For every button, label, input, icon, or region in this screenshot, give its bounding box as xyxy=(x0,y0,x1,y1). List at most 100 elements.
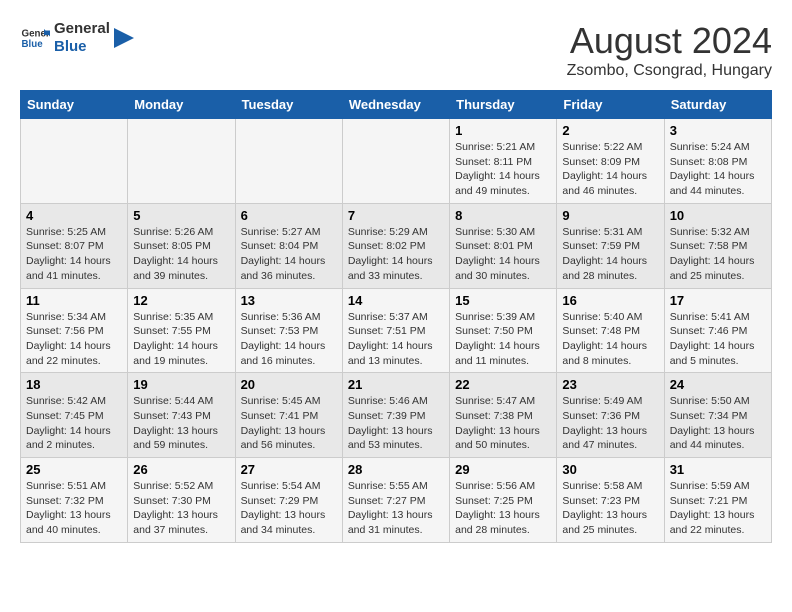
cell-week4-day5: 23 Sunrise: 5:49 AM Sunset: 7:36 PM Dayli… xyxy=(557,373,664,458)
day-info: Sunrise: 5:47 AM Sunset: 7:38 PM Dayligh… xyxy=(455,394,551,453)
header-saturday: Saturday xyxy=(664,91,771,119)
day-number: 22 xyxy=(455,377,551,392)
weekday-header-row: Sunday Monday Tuesday Wednesday Thursday… xyxy=(21,91,772,119)
day-info: Sunrise: 5:50 AM Sunset: 7:34 PM Dayligh… xyxy=(670,394,766,453)
cell-week1-day6: 3 Sunrise: 5:24 AM Sunset: 8:08 PM Daylig… xyxy=(664,119,771,204)
svg-text:Blue: Blue xyxy=(22,39,44,50)
logo-arrow-icon xyxy=(114,28,134,48)
calendar-table: Sunday Monday Tuesday Wednesday Thursday… xyxy=(20,90,772,543)
day-info: Sunrise: 5:35 AM Sunset: 7:55 PM Dayligh… xyxy=(133,310,229,369)
day-number: 18 xyxy=(26,377,122,392)
day-number: 13 xyxy=(241,293,337,308)
cell-week4-day1: 19Sunrise: 5:44 AM Sunset: 7:43 PM Dayli… xyxy=(128,373,235,458)
day-number: 3 xyxy=(670,123,766,138)
day-number: 9 xyxy=(562,208,658,223)
cell-week4-day0: 18 Sunrise: 5:42 AM Sunset: 7:45 PM Dayli… xyxy=(21,373,128,458)
cell-week4-day4: 22 Sunrise: 5:47 AM Sunset: 7:38 PM Dayli… xyxy=(450,373,557,458)
day-info: Sunrise: 5:24 AM Sunset: 8:08 PM Dayligh… xyxy=(670,140,766,199)
day-info: Sunrise: 5:26 AM Sunset: 8:05 PM Dayligh… xyxy=(133,225,229,284)
cell-week5-day1: 26Sunrise: 5:52 AM Sunset: 7:30 PM Dayli… xyxy=(128,458,235,543)
day-info: Sunrise: 5:32 AM Sunset: 7:58 PM Dayligh… xyxy=(670,225,766,284)
day-number: 21 xyxy=(348,377,444,392)
week-row-1: 1 Sunrise: 5:21 AM Sunset: 8:11 PM Daylig… xyxy=(21,119,772,204)
day-info: Sunrise: 5:59 AM Sunset: 7:21 PM Dayligh… xyxy=(670,479,766,538)
day-number: 15 xyxy=(455,293,551,308)
page-header: General Blue General Blue August 2024 Zs… xyxy=(20,20,772,80)
day-number: 27 xyxy=(241,462,337,477)
day-info: Sunrise: 5:21 AM Sunset: 8:11 PM Dayligh… xyxy=(455,140,551,199)
day-info: Sunrise: 5:56 AM Sunset: 7:25 PM Dayligh… xyxy=(455,479,551,538)
day-info: Sunrise: 5:45 AM Sunset: 7:41 PM Dayligh… xyxy=(241,394,337,453)
cell-week1-day5: 2Sunrise: 5:22 AM Sunset: 8:09 PM Daylig… xyxy=(557,119,664,204)
day-number: 24 xyxy=(670,377,766,392)
day-info: Sunrise: 5:42 AM Sunset: 7:45 PM Dayligh… xyxy=(26,394,122,453)
cell-week5-day0: 25Sunrise: 5:51 AM Sunset: 7:32 PM Dayli… xyxy=(21,458,128,543)
week-row-3: 11 Sunrise: 5:34 AM Sunset: 7:56 PM Dayli… xyxy=(21,288,772,373)
cell-week1-day1 xyxy=(128,119,235,204)
header-friday: Friday xyxy=(557,91,664,119)
cell-week1-day3 xyxy=(342,119,449,204)
day-number: 4 xyxy=(26,208,122,223)
day-number: 11 xyxy=(26,293,122,308)
day-number: 14 xyxy=(348,293,444,308)
day-number: 12 xyxy=(133,293,229,308)
header-wednesday: Wednesday xyxy=(342,91,449,119)
day-info: Sunrise: 5:58 AM Sunset: 7:23 PM Dayligh… xyxy=(562,479,658,538)
cell-week3-day5: 16 Sunrise: 5:40 AM Sunset: 7:48 PM Dayli… xyxy=(557,288,664,373)
day-number: 10 xyxy=(670,208,766,223)
cell-week3-day0: 11 Sunrise: 5:34 AM Sunset: 7:56 PM Dayli… xyxy=(21,288,128,373)
header-tuesday: Tuesday xyxy=(235,91,342,119)
day-info: Sunrise: 5:37 AM Sunset: 7:51 PM Dayligh… xyxy=(348,310,444,369)
cell-week4-day2: 20 Sunrise: 5:45 AM Sunset: 7:41 PM Dayli… xyxy=(235,373,342,458)
cell-week1-day2 xyxy=(235,119,342,204)
week-row-2: 4Sunrise: 5:25 AM Sunset: 8:07 PM Daylig… xyxy=(21,203,772,288)
logo: General Blue General Blue xyxy=(20,20,134,56)
cell-week2-day0: 4Sunrise: 5:25 AM Sunset: 8:07 PM Daylig… xyxy=(21,203,128,288)
header-sunday: Sunday xyxy=(21,91,128,119)
logo-blue-text: Blue xyxy=(54,38,110,56)
day-number: 29 xyxy=(455,462,551,477)
month-title: August 2024 xyxy=(567,20,772,62)
cell-week3-day2: 13 Sunrise: 5:36 AM Sunset: 7:53 PM Dayli… xyxy=(235,288,342,373)
cell-week5-day5: 30Sunrise: 5:58 AM Sunset: 7:23 PM Dayli… xyxy=(557,458,664,543)
header-monday: Monday xyxy=(128,91,235,119)
day-number: 5 xyxy=(133,208,229,223)
week-row-5: 25Sunrise: 5:51 AM Sunset: 7:32 PM Dayli… xyxy=(21,458,772,543)
day-info: Sunrise: 5:52 AM Sunset: 7:30 PM Dayligh… xyxy=(133,479,229,538)
cell-week3-day1: 12 Sunrise: 5:35 AM Sunset: 7:55 PM Dayli… xyxy=(128,288,235,373)
day-info: Sunrise: 5:29 AM Sunset: 8:02 PM Dayligh… xyxy=(348,225,444,284)
logo-general-text: General xyxy=(54,20,110,38)
cell-week2-day3: 7Sunrise: 5:29 AM Sunset: 8:02 PM Daylig… xyxy=(342,203,449,288)
cell-week3-day4: 15 Sunrise: 5:39 AM Sunset: 7:50 PM Dayli… xyxy=(450,288,557,373)
week-row-4: 18 Sunrise: 5:42 AM Sunset: 7:45 PM Dayli… xyxy=(21,373,772,458)
day-number: 6 xyxy=(241,208,337,223)
cell-week2-day4: 8Sunrise: 5:30 AM Sunset: 8:01 PM Daylig… xyxy=(450,203,557,288)
logo-icon: General Blue xyxy=(20,23,50,53)
cell-week2-day6: 10 Sunrise: 5:32 AM Sunset: 7:58 PM Dayli… xyxy=(664,203,771,288)
day-info: Sunrise: 5:54 AM Sunset: 7:29 PM Dayligh… xyxy=(241,479,337,538)
day-info: Sunrise: 5:31 AM Sunset: 7:59 PM Dayligh… xyxy=(562,225,658,284)
day-number: 8 xyxy=(455,208,551,223)
day-number: 17 xyxy=(670,293,766,308)
day-number: 23 xyxy=(562,377,658,392)
header-thursday: Thursday xyxy=(450,91,557,119)
day-number: 16 xyxy=(562,293,658,308)
day-number: 20 xyxy=(241,377,337,392)
day-info: Sunrise: 5:41 AM Sunset: 7:46 PM Dayligh… xyxy=(670,310,766,369)
day-info: Sunrise: 5:46 AM Sunset: 7:39 PM Dayligh… xyxy=(348,394,444,453)
day-info: Sunrise: 5:22 AM Sunset: 8:09 PM Dayligh… xyxy=(562,140,658,199)
cell-week3-day6: 17 Sunrise: 5:41 AM Sunset: 7:46 PM Dayli… xyxy=(664,288,771,373)
day-number: 25 xyxy=(26,462,122,477)
day-info: Sunrise: 5:34 AM Sunset: 7:56 PM Dayligh… xyxy=(26,310,122,369)
day-info: Sunrise: 5:36 AM Sunset: 7:53 PM Dayligh… xyxy=(241,310,337,369)
day-info: Sunrise: 5:49 AM Sunset: 7:36 PM Dayligh… xyxy=(562,394,658,453)
cell-week4-day6: 24 Sunrise: 5:50 AM Sunset: 7:34 PM Dayli… xyxy=(664,373,771,458)
day-info: Sunrise: 5:39 AM Sunset: 7:50 PM Dayligh… xyxy=(455,310,551,369)
day-number: 1 xyxy=(455,123,551,138)
cell-week5-day3: 28Sunrise: 5:55 AM Sunset: 7:27 PM Dayli… xyxy=(342,458,449,543)
location: Zsombo, Csongrad, Hungary xyxy=(567,62,772,80)
cell-week2-day5: 9 Sunrise: 5:31 AM Sunset: 7:59 PM Daylig… xyxy=(557,203,664,288)
cell-week3-day3: 14 Sunrise: 5:37 AM Sunset: 7:51 PM Dayli… xyxy=(342,288,449,373)
day-info: Sunrise: 5:40 AM Sunset: 7:48 PM Dayligh… xyxy=(562,310,658,369)
title-block: August 2024 Zsombo, Csongrad, Hungary xyxy=(567,20,772,80)
